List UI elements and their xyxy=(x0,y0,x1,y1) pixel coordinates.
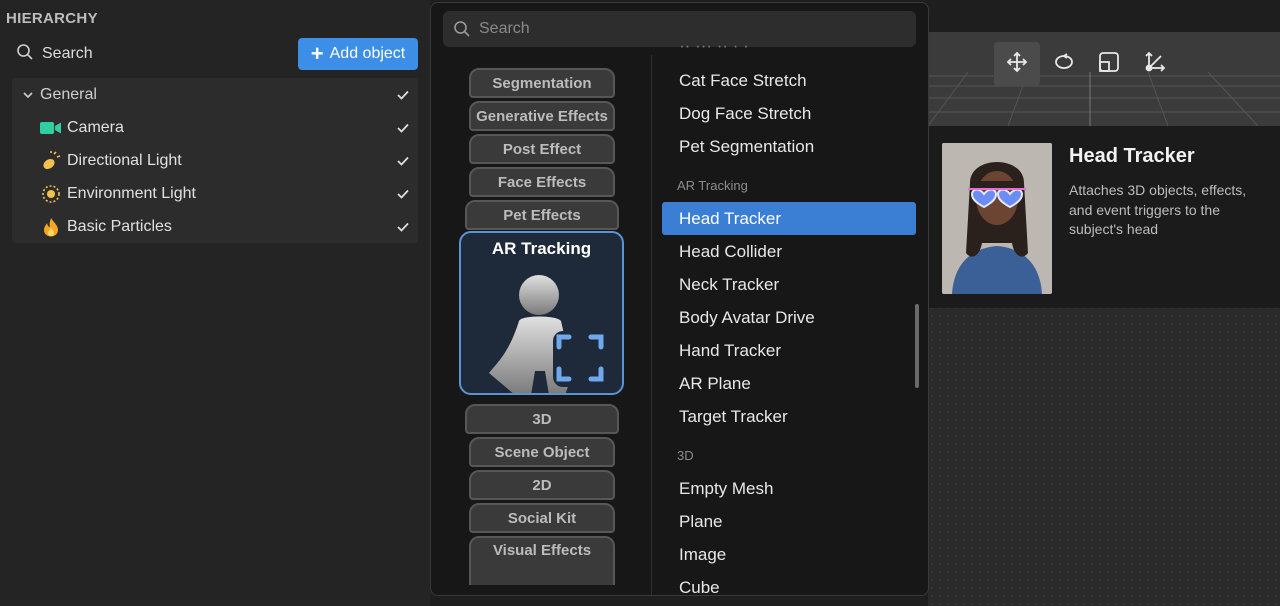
category-scene-object[interactable]: Scene Object xyxy=(469,437,615,467)
list-scrollbar[interactable] xyxy=(915,304,919,388)
list-item-label: Plane xyxy=(679,511,723,531)
tree-group-label: General xyxy=(40,85,97,103)
category-ar-tracking[interactable]: AR Tracking xyxy=(459,231,624,395)
move-tool-button[interactable] xyxy=(994,42,1040,86)
environment-light-icon xyxy=(40,183,62,205)
object-item-list: ·· ··· ·· · · Cat Face Stretch Dog Face … xyxy=(652,43,928,595)
scale-icon xyxy=(1097,50,1121,79)
list-item-partial[interactable]: ·· ··· ·· · · xyxy=(662,43,916,51)
category-list: Segmentation Generative Effects Post Eff… xyxy=(431,55,651,585)
list-item-label: Cube xyxy=(679,577,720,596)
category-3d[interactable]: 3D xyxy=(465,404,619,434)
hierarchy-search[interactable]: Search xyxy=(16,42,93,66)
search-icon xyxy=(453,20,471,38)
checkmark-icon[interactable] xyxy=(395,120,410,135)
head-tracker-preview-image xyxy=(942,143,1052,294)
tree-group-general[interactable]: General xyxy=(12,78,418,111)
popup-search[interactable] xyxy=(443,11,916,47)
scene-viewport[interactable] xyxy=(928,32,1280,606)
hierarchy-tree: General Camera Directional Light Environ… xyxy=(12,78,418,243)
checkmark-icon[interactable] xyxy=(395,186,410,201)
list-item-body-avatar-drive[interactable]: Body Avatar Drive xyxy=(662,301,916,334)
list-item-label: Neck Tracker xyxy=(679,274,780,294)
list-item-label: Pet Segmentation xyxy=(679,136,815,156)
list-item-dog-face-stretch[interactable]: Dog Face Stretch xyxy=(662,97,916,130)
list-item-label: Head Tracker xyxy=(679,208,782,228)
hierarchy-panel: HIERARCHY Search + Add object General Ca… xyxy=(0,0,430,606)
list-item-label: Empty Mesh xyxy=(679,478,774,498)
list-item-label: Dog Face Stretch xyxy=(679,103,812,123)
list-item-label: AR Plane xyxy=(679,373,751,393)
directional-light-icon xyxy=(40,150,62,172)
tree-item-label: Basic Particles xyxy=(67,217,172,235)
pivot-icon xyxy=(1143,50,1167,79)
checkmark-icon[interactable] xyxy=(395,153,410,168)
category-pet-effects[interactable]: Pet Effects xyxy=(465,200,619,230)
list-item-label: Head Collider xyxy=(679,241,782,261)
rotate-tool-button[interactable] xyxy=(1040,42,1086,86)
checkmark-icon[interactable] xyxy=(395,87,410,102)
tree-item-directional-light[interactable]: Directional Light xyxy=(12,144,418,177)
rotate-icon xyxy=(1050,50,1076,79)
category-visual-effects[interactable]: Visual Effects xyxy=(469,536,615,585)
tree-item-environment-light[interactable]: Environment Light xyxy=(12,177,418,210)
search-icon xyxy=(16,43,34,66)
plus-icon: + xyxy=(310,41,324,66)
list-item-hand-tracker[interactable]: Hand Tracker xyxy=(662,334,916,367)
list-item-label: Cat Face Stretch xyxy=(679,70,807,90)
popup-search-input[interactable] xyxy=(477,19,901,39)
category-face-effects[interactable]: Face Effects xyxy=(469,167,615,197)
tree-item-camera[interactable]: Camera xyxy=(12,111,418,144)
category-social-kit[interactable]: Social Kit xyxy=(469,503,615,533)
object-preview-card: Head Tracker Attaches 3D objects, effect… xyxy=(926,126,1280,308)
list-item-ar-plane[interactable]: AR Plane xyxy=(662,367,916,400)
category-post-effect[interactable]: Post Effect xyxy=(469,134,615,164)
list-item-label: Target Tracker xyxy=(679,406,788,426)
add-object-popup: Segmentation Generative Effects Post Eff… xyxy=(430,2,929,596)
list-item-pet-segmentation[interactable]: Pet Segmentation xyxy=(662,130,916,163)
list-item-label: Body Avatar Drive xyxy=(679,307,815,327)
list-item-cat-face-stretch[interactable]: Cat Face Stretch xyxy=(662,64,916,97)
tree-item-label: Directional Light xyxy=(67,151,182,169)
category-segmentation[interactable]: Segmentation xyxy=(469,68,615,98)
preview-title: Head Tracker xyxy=(1069,145,1195,167)
category-generative-effects[interactable]: Generative Effects xyxy=(469,101,615,131)
camera-icon xyxy=(40,117,62,139)
move-icon xyxy=(1005,50,1029,79)
section-header-3d: 3D xyxy=(677,448,694,463)
hierarchy-search-label: Search xyxy=(42,45,93,62)
section-header-ar-tracking: AR Tracking xyxy=(677,178,748,193)
list-item-label: Hand Tracker xyxy=(679,340,782,360)
preview-description: Attaches 3D objects, effects, and event … xyxy=(1069,182,1247,237)
list-item-cube[interactable]: Cube xyxy=(662,571,916,596)
add-object-label: Add object xyxy=(329,45,406,62)
list-item-plane[interactable]: Plane xyxy=(662,505,916,538)
list-item-head-tracker[interactable]: Head Tracker xyxy=(662,202,916,235)
list-item-empty-mesh[interactable]: Empty Mesh xyxy=(662,472,916,505)
fire-icon xyxy=(40,216,62,238)
list-item-neck-tracker[interactable]: Neck Tracker xyxy=(662,268,916,301)
chevron-down-icon[interactable] xyxy=(22,89,34,101)
pivot-tool-button[interactable] xyxy=(1132,42,1178,86)
list-item-image[interactable]: Image xyxy=(662,538,916,571)
category-2d[interactable]: 2D xyxy=(469,470,615,500)
list-item-head-collider[interactable]: Head Collider xyxy=(662,235,916,268)
tree-item-label: Camera xyxy=(67,118,124,136)
tree-item-label: Environment Light xyxy=(67,184,196,202)
add-object-button[interactable]: + Add object xyxy=(298,38,418,70)
scale-tool-button[interactable] xyxy=(1086,42,1132,86)
list-item-label: Image xyxy=(679,544,727,564)
checkmark-icon[interactable] xyxy=(395,219,410,234)
list-item-target-tracker[interactable]: Target Tracker xyxy=(662,400,916,433)
hierarchy-title: HIERARCHY xyxy=(6,10,98,27)
transform-toolbar xyxy=(994,42,1178,86)
tree-item-basic-particles[interactable]: Basic Particles xyxy=(12,210,418,243)
